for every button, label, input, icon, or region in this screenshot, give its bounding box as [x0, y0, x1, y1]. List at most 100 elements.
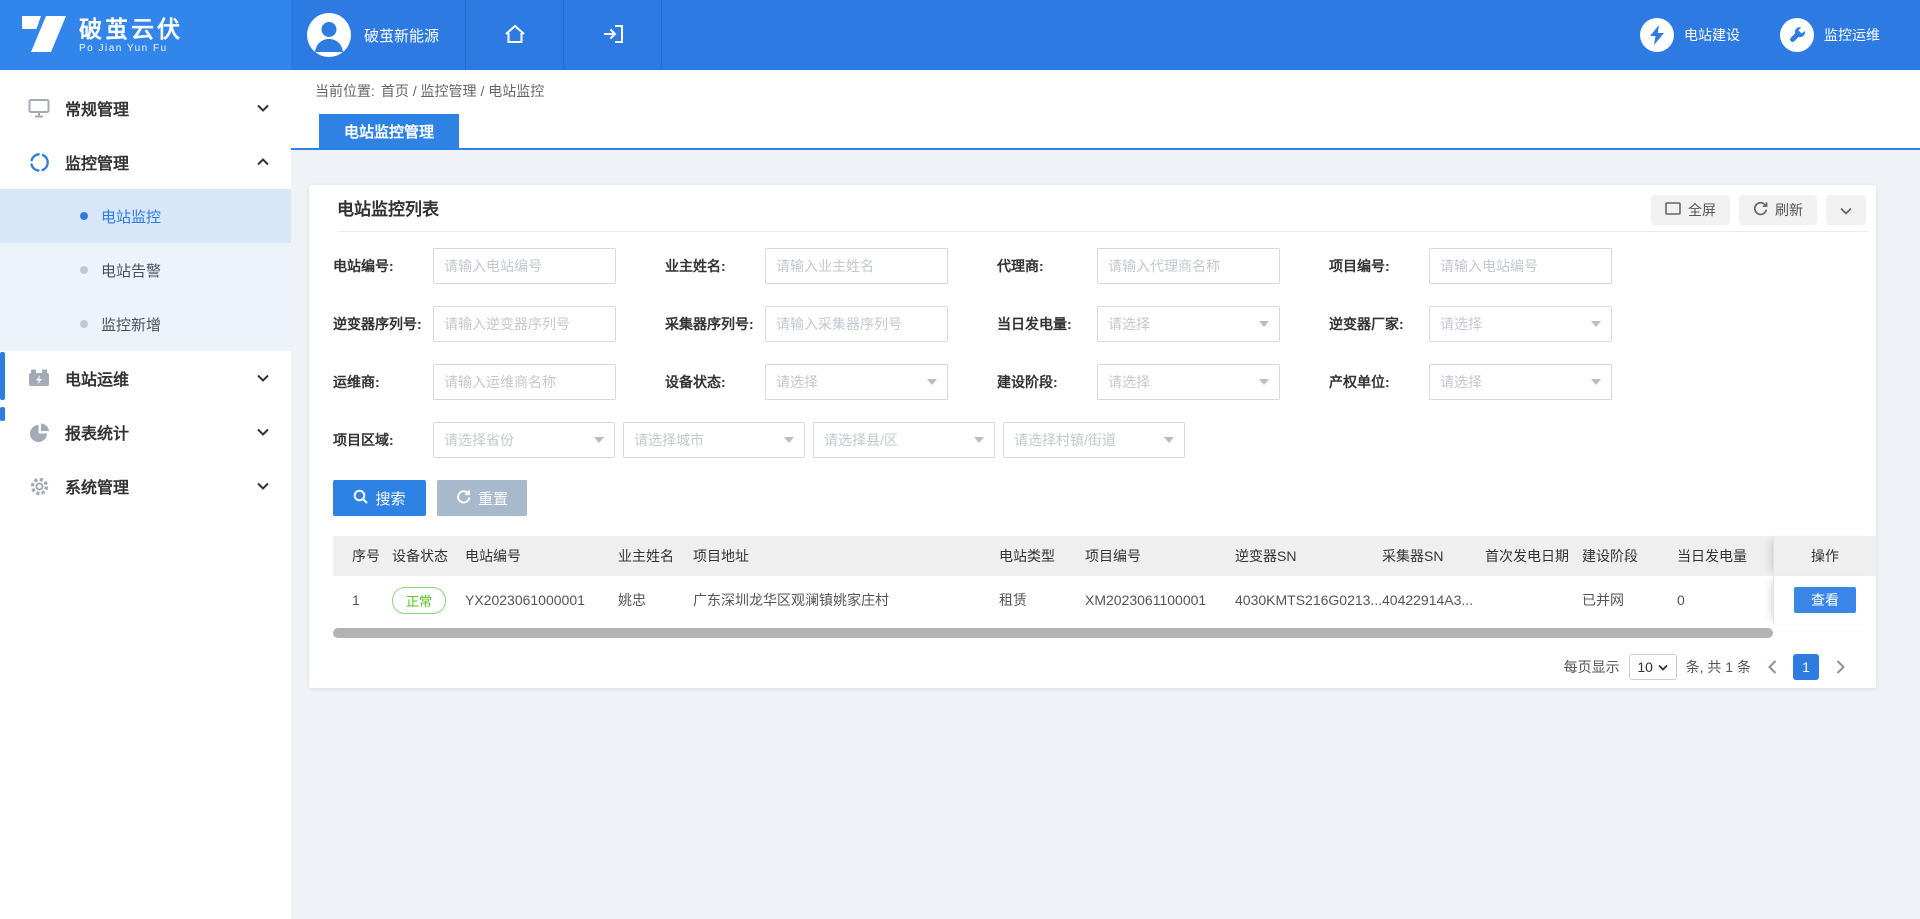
- field-label: 业主姓名:: [665, 256, 765, 276]
- quick-link-station-build[interactable]: 电站建设: [1640, 0, 1740, 70]
- agent-input[interactable]: [1097, 248, 1280, 284]
- sidebar-item-station-monitor[interactable]: 电站监控: [0, 189, 291, 243]
- inverter-sn-input[interactable]: [433, 306, 616, 342]
- topbar-user[interactable]: 破茧新能源: [291, 0, 466, 70]
- station-no-input[interactable]: [433, 248, 616, 284]
- caret-down-icon: [927, 379, 937, 385]
- sidebar-scrollbar-thumb[interactable]: [0, 407, 5, 421]
- sidebar-subitem-label: 电站监控: [101, 206, 161, 227]
- col-header-inverter-sn: 逆变器SN: [1235, 546, 1382, 566]
- refresh-icon: [1753, 201, 1768, 219]
- device-status-select[interactable]: 请选择: [765, 364, 948, 400]
- sidebar-subitem-label: 电站告警: [101, 260, 161, 281]
- filter-field-build-stage: 建设阶段: 请选择: [997, 364, 1329, 400]
- chevron-down-icon: [257, 428, 269, 436]
- cell-stage: 已并网: [1582, 590, 1677, 610]
- sidebar-item-monitor-management[interactable]: 监控管理: [0, 135, 291, 189]
- col-header-first-gen-date: 首次发电日期: [1485, 546, 1582, 566]
- sidebar-item-label: 电站运维: [65, 366, 257, 390]
- filter-field-station-no: 电站编号:: [333, 248, 665, 284]
- caret-down-icon: [594, 437, 604, 443]
- inverter-brand-select[interactable]: 请选择: [1429, 306, 1612, 342]
- per-page-select[interactable]: 10: [1629, 654, 1677, 680]
- gear-icon: [27, 476, 51, 497]
- sidebar-item-system-management[interactable]: 系统管理: [0, 459, 291, 513]
- property-unit-select[interactable]: 请选择: [1429, 364, 1612, 400]
- chevron-down-icon: [257, 374, 269, 382]
- collector-sn-input[interactable]: [765, 306, 948, 342]
- search-button[interactable]: 搜索: [333, 480, 426, 516]
- project-no-input[interactable]: [1429, 248, 1612, 284]
- field-label: 逆变器厂家:: [1329, 314, 1429, 334]
- bullet-dot-icon: [80, 212, 88, 220]
- reset-button[interactable]: 重置: [437, 480, 527, 516]
- filter-field-ops-provider: 运维商:: [333, 364, 665, 400]
- horizontal-scrollbar-thumb[interactable]: [333, 628, 1773, 638]
- owner-name-input[interactable]: [765, 248, 948, 284]
- chevron-up-icon: [257, 158, 269, 166]
- quick-link-label: 电站建设: [1684, 25, 1740, 45]
- sidebar-scrollbar-thumb[interactable]: [0, 352, 5, 400]
- filter-row: 逆变器序列号: 采集器序列号: 当日发电量: 请选择: [333, 306, 1876, 342]
- chevron-down-icon: [257, 104, 269, 112]
- select-placeholder: 请选择省份: [444, 430, 514, 450]
- sidebar-item-monitor-add[interactable]: 监控新增: [0, 297, 291, 351]
- status-badge: 正常: [392, 587, 446, 614]
- town-select[interactable]: 请选择村镇/街道: [1003, 422, 1185, 458]
- breadcrumb: 当前位置: 首页 / 监控管理 / 电站监控: [291, 70, 1920, 112]
- sidebar-item-station-ops[interactable]: 电站运维: [0, 351, 291, 405]
- collapse-button[interactable]: [1826, 195, 1866, 225]
- sidebar-item-label: 报表统计: [65, 420, 257, 444]
- per-page-label: 每页显示: [1564, 657, 1620, 677]
- field-label: 项目编号:: [1329, 256, 1429, 276]
- logout-button[interactable]: [564, 0, 662, 70]
- col-header-address: 项目地址: [693, 546, 999, 566]
- pagination: 每页显示 10 条, 共 1 条 1: [309, 654, 1852, 680]
- page-number-button[interactable]: 1: [1793, 654, 1819, 680]
- fullscreen-button[interactable]: 全屏: [1651, 195, 1730, 225]
- table-header-row: 序号 设备状态 电站编号 业主姓名 项目地址 电站类型 项目编号 逆变器SN 采…: [333, 536, 1876, 576]
- brand-subtitle: Po Jian Yun Fu: [79, 43, 183, 54]
- bullet-dot-icon: [80, 266, 88, 274]
- station-monitor-card: 电站监控列表 全屏: [309, 185, 1876, 688]
- select-placeholder: 请选择村镇/街道: [1014, 430, 1116, 450]
- sidebar-item-station-alarm[interactable]: 电站告警: [0, 243, 291, 297]
- build-stage-select[interactable]: 请选择: [1097, 364, 1280, 400]
- province-select[interactable]: 请选择省份: [433, 422, 615, 458]
- daily-gen-select[interactable]: 请选择: [1097, 306, 1280, 342]
- filter-field-project-no: 项目编号:: [1329, 248, 1661, 284]
- horizontal-scrollbar: [333, 628, 1876, 638]
- field-label: 电站编号:: [333, 256, 433, 276]
- home-button[interactable]: [466, 0, 564, 70]
- card-toolbar: 全屏 刷新: [1651, 195, 1866, 225]
- filter-field-property-unit: 产权单位: 请选择: [1329, 364, 1661, 400]
- quick-link-monitor-ops[interactable]: 监控运维: [1780, 0, 1880, 70]
- sidebar-item-label: 系统管理: [65, 474, 257, 498]
- district-select[interactable]: 请选择县/区: [813, 422, 995, 458]
- city-select[interactable]: 请选择城市: [623, 422, 805, 458]
- cell-inverter-sn: 4030KMTS216G0213...: [1235, 592, 1382, 608]
- chevron-down-icon: [1840, 202, 1852, 218]
- sidebar-subitem-label: 监控新增: [101, 314, 161, 335]
- filter-field-owner-name: 业主姓名:: [665, 248, 997, 284]
- cell-address: 广东深圳龙华区观澜镇姚家庄村: [693, 590, 999, 610]
- filter-row: 电站编号: 业主姓名: 代理商: 项目编号:: [333, 248, 1876, 284]
- pie-chart-icon: [27, 422, 51, 443]
- card-title: 电站监控列表: [337, 195, 439, 225]
- next-page-button[interactable]: [1828, 654, 1852, 680]
- filter-field-inverter-brand: 逆变器厂家: 请选择: [1329, 306, 1661, 342]
- sidebar-submenu-monitor: 电站监控 电站告警 监控新增: [0, 189, 291, 351]
- refresh-button[interactable]: 刷新: [1739, 195, 1817, 225]
- sidebar-item-report-stats[interactable]: 报表统计: [0, 405, 291, 459]
- battery-icon: [27, 368, 51, 388]
- prev-page-button[interactable]: [1760, 654, 1784, 680]
- view-button[interactable]: 查看: [1794, 587, 1856, 613]
- card-header: 电站监控列表 全屏: [309, 185, 1876, 231]
- cell-action: 查看: [1773, 576, 1876, 624]
- ops-provider-input[interactable]: [433, 364, 616, 400]
- tab-station-monitor-management[interactable]: 电站监控管理: [319, 114, 459, 148]
- cell-owner: 姚忠: [618, 590, 693, 610]
- sidebar-item-general-management[interactable]: 常规管理: [0, 81, 291, 135]
- col-header-action: 操作: [1773, 536, 1876, 576]
- search-icon: [353, 489, 368, 508]
